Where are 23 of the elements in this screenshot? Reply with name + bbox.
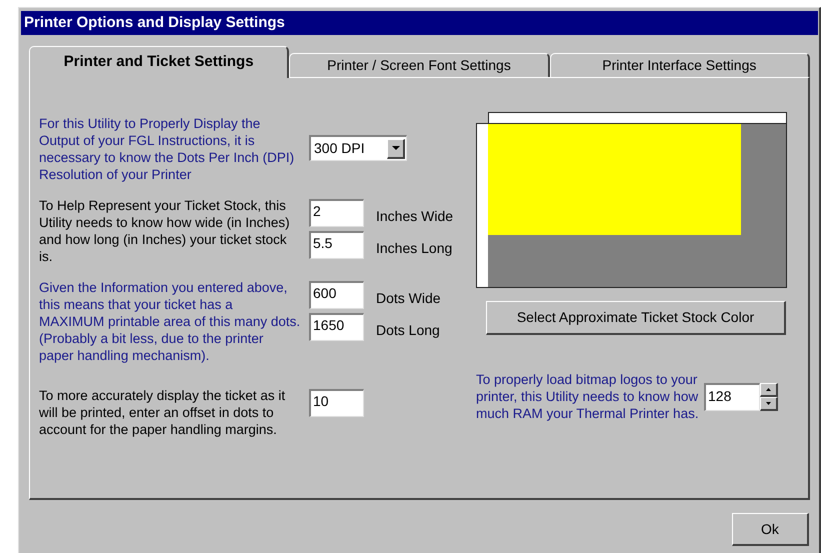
spin-buttons[interactable] [760, 383, 778, 411]
instruction-text: For this Utility to Properly Display the Output of your FGL Instructions, it is necessary to know the Dots Per Inch (DPI) Resolution of your Printer [39, 115, 296, 183]
tab[interactable]: Printer Interface Settings [550, 53, 810, 77]
number-field[interactable]: 600 [309, 281, 364, 309]
unit-label: Inches Wide [376, 208, 454, 225]
number-field[interactable]: 5.5 [309, 231, 364, 259]
number-field[interactable]: 1650 [309, 313, 364, 341]
instruction-text: To properly load bitmap logos to your printer, this Utility needs to know how much RAM your Thermal Printer has. [476, 371, 700, 422]
unit-label: Dots Wide [376, 290, 441, 307]
dpi-dropdown[interactable]: 300 DPI [309, 135, 407, 161]
number-field[interactable]: 2 [309, 199, 364, 227]
unit-label: Inches Long [376, 240, 452, 257]
ok-button[interactable]: Ok [732, 513, 809, 546]
instruction-text: Given the Information you entered above, this means that your ticket has a MAXIMUM printable area of this many dots. (Probably a bit less, due to the printer paper handling mechanism). [39, 279, 301, 364]
ram-field[interactable]: 128 [704, 383, 760, 411]
tab[interactable]: Printer and Ticket Settings [29, 46, 290, 78]
number-field[interactable]: 10 [309, 389, 364, 417]
instruction-text: To more accurately display the ticket as it will be printed, enter an offset in dots to account for the paper handling margins. [39, 387, 286, 438]
ticket-color-button[interactable]: Select Approximate Ticket Stock Color [486, 301, 786, 335]
unit-label: Dots Long [376, 322, 440, 339]
tab[interactable]: Printer / Screen Font Settings [289, 53, 550, 77]
instruction-text: To Help Represent your Ticket Stock, this Utility needs to know how wide (in Inches) and how long (in Inches) your ticket stock is. [39, 197, 291, 265]
window-title: Printer Options and Display Settings [21, 11, 818, 35]
